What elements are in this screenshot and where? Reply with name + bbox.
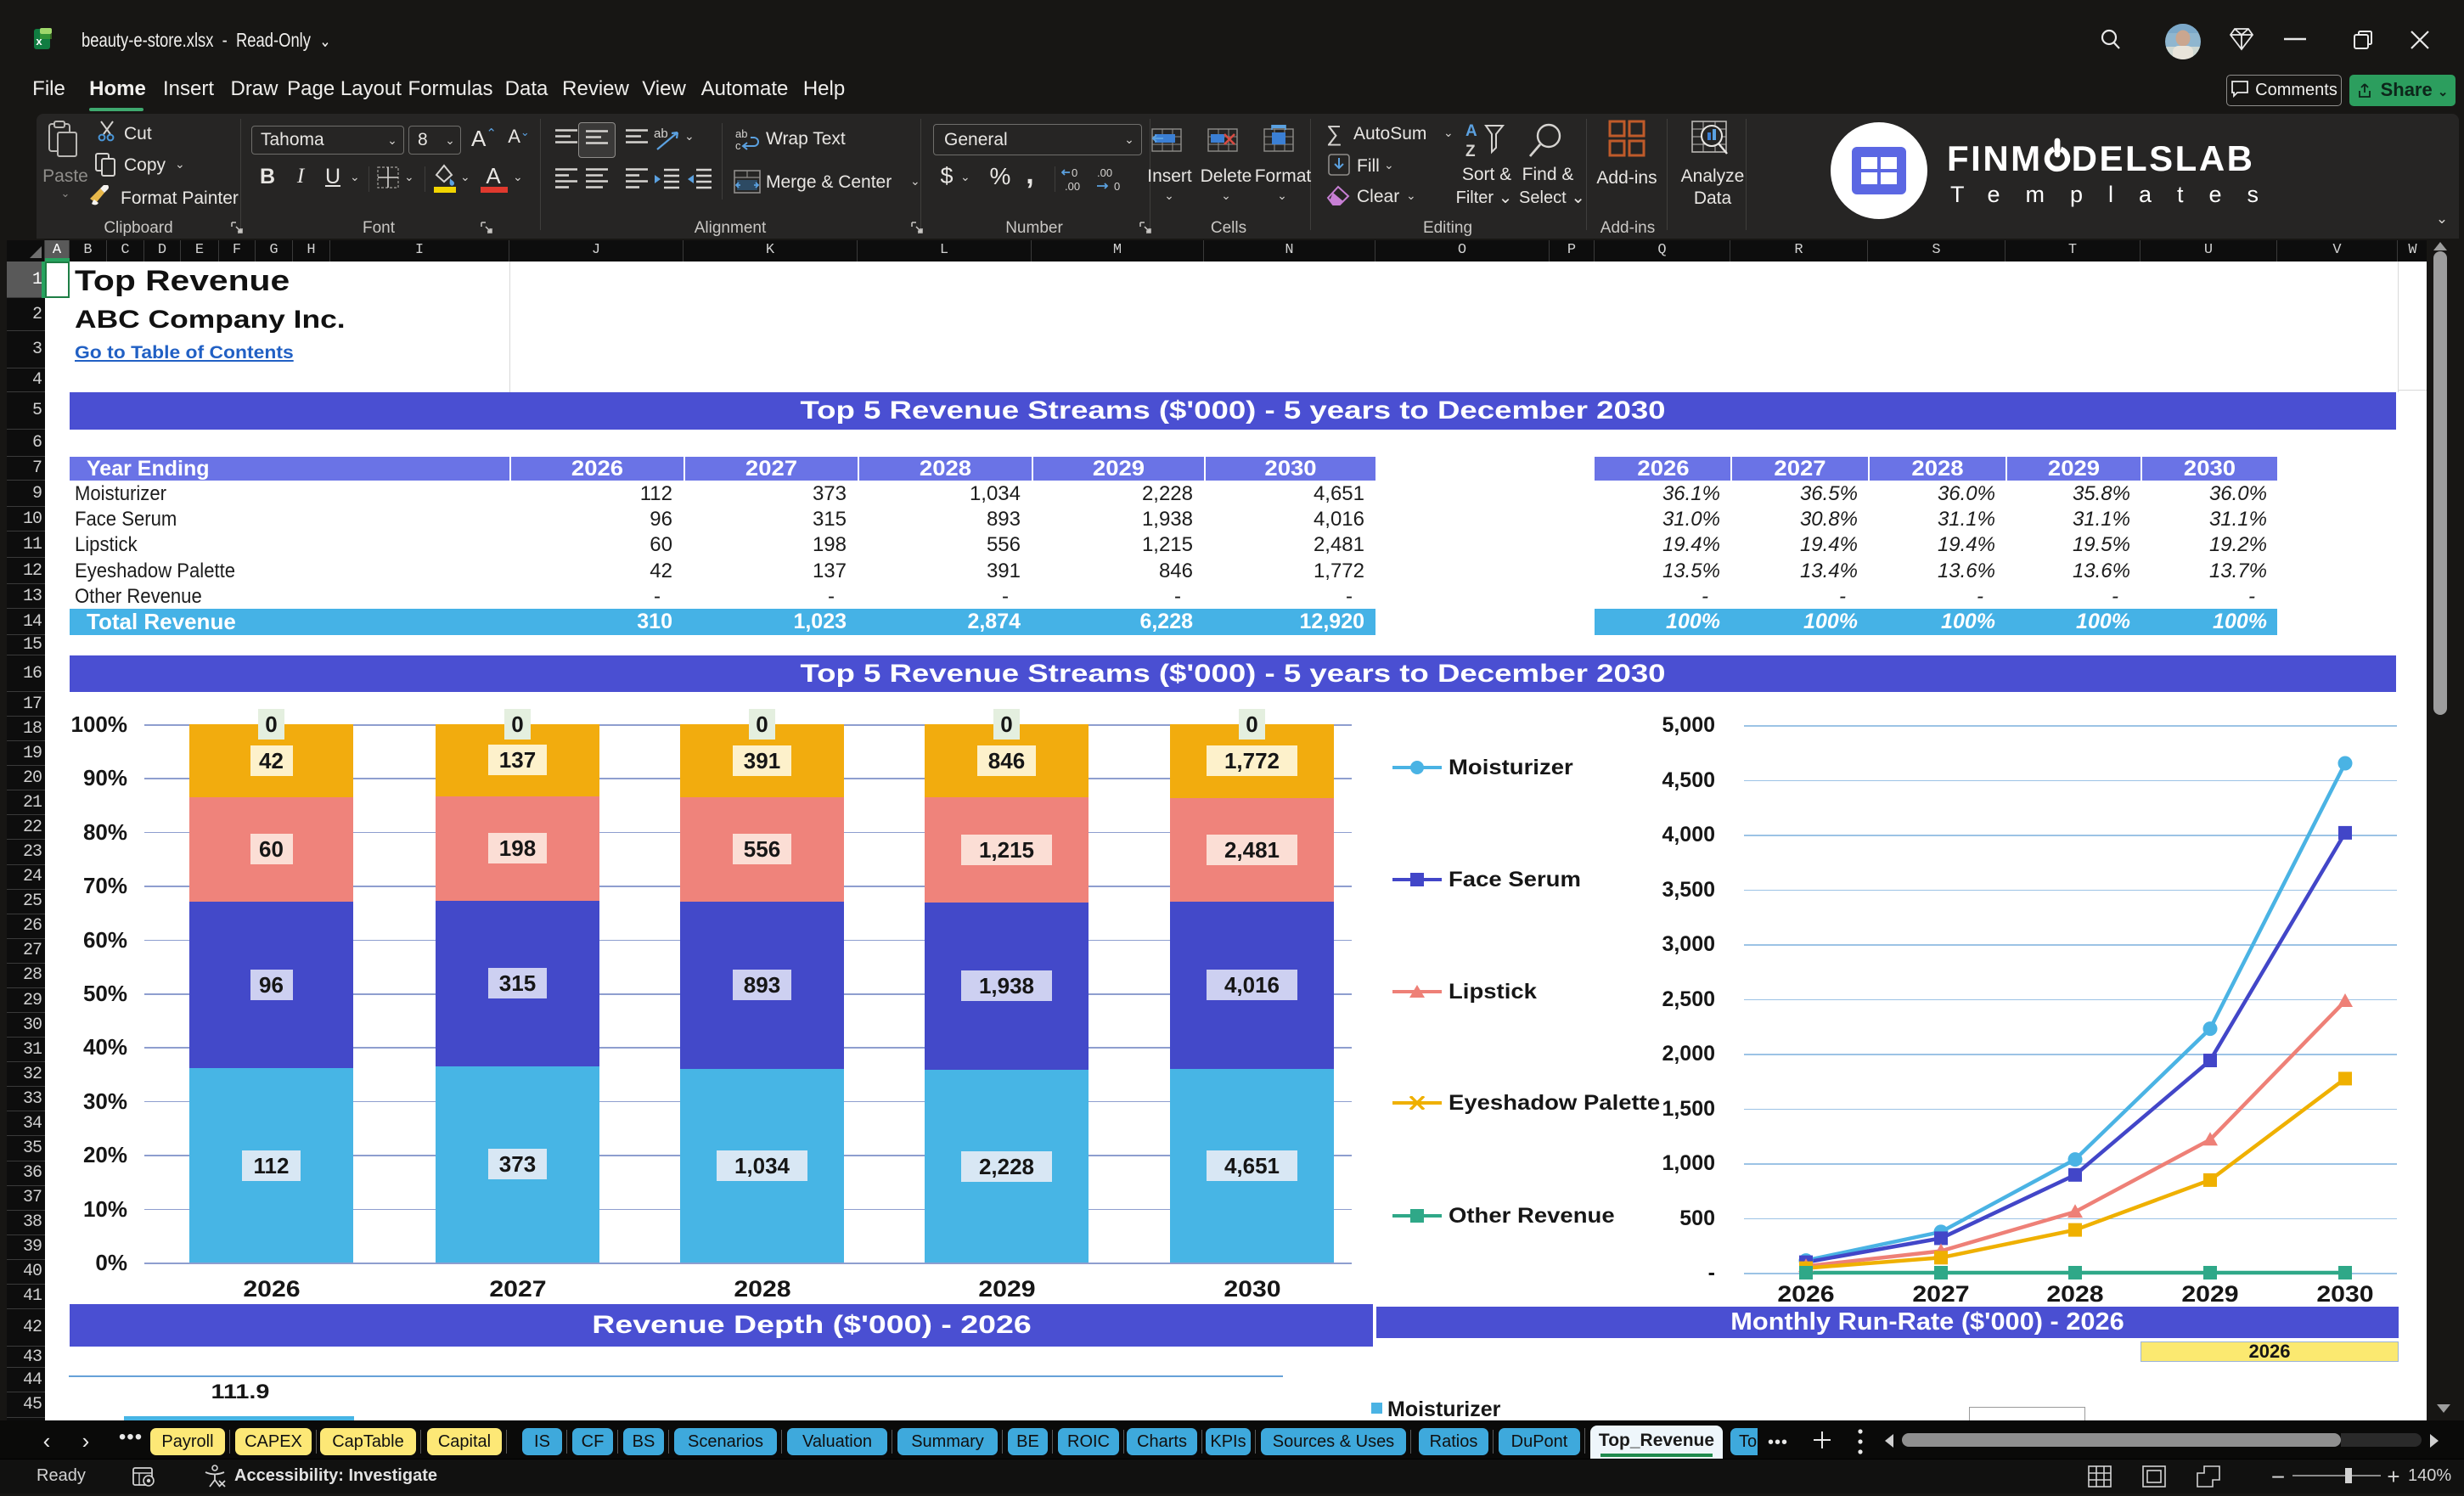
svg-text:ab: ab: [735, 127, 747, 140]
svg-text:Z: Z: [1465, 143, 1476, 158]
svg-text:ab: ab: [654, 127, 668, 141]
svg-text:c: c: [735, 139, 741, 152]
svg-text:A: A: [1465, 122, 1477, 140]
svg-text:.00: .00: [1065, 180, 1080, 193]
svg-text:0: 0: [1114, 180, 1120, 193]
svg-text:0: 0: [1072, 166, 1077, 179]
svg-text:x: x: [36, 35, 42, 48]
svg-text:.00: .00: [1097, 166, 1112, 179]
